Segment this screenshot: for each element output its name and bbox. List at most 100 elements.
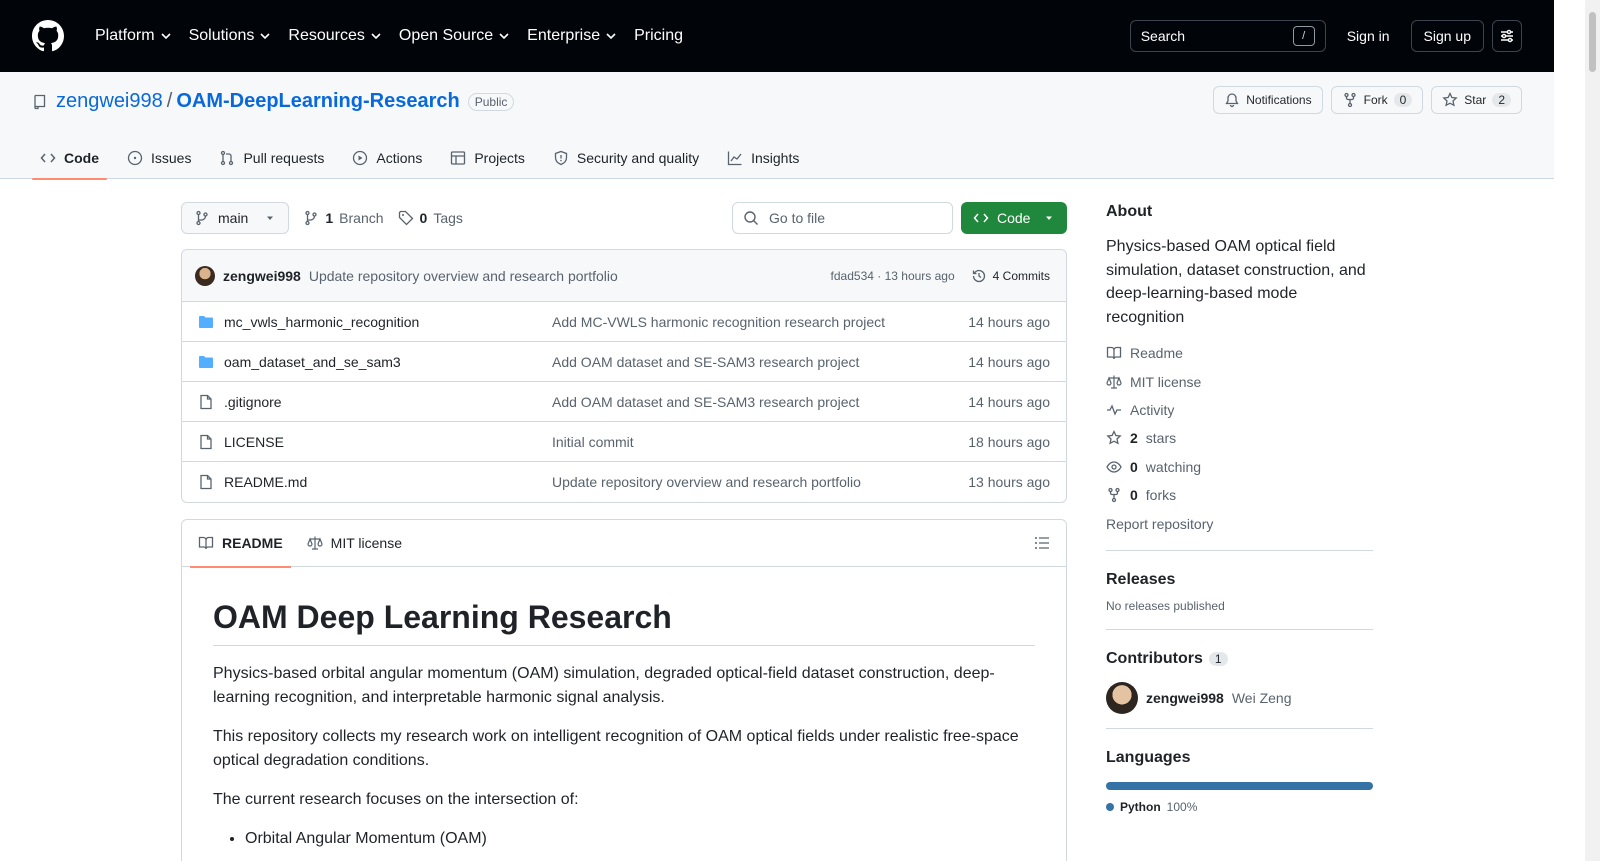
contributors-heading[interactable]: Contributors 1 (1106, 650, 1373, 668)
file-commit-message[interactable]: Initial commit (552, 434, 968, 450)
contributor-name: Wei Zeng (1231, 689, 1292, 706)
forks-link[interactable]: 0 forks (1106, 481, 1373, 509)
languages-heading: Languages (1106, 748, 1191, 766)
divider (1106, 628, 1373, 630)
commit-message-link[interactable]: Update repository overview and research … (309, 268, 618, 284)
github-logo-icon[interactable] (32, 20, 64, 52)
list-item: Orbital Angular Momentum (OAM) (245, 827, 1035, 851)
git-branch-icon (196, 210, 208, 226)
branch-selector[interactable]: main (181, 202, 290, 234)
code-download-button[interactable]: Code (961, 202, 1067, 234)
license-link[interactable]: MIT license (1106, 367, 1373, 395)
readme-tabs: README MIT license (182, 520, 1066, 568)
readme-link[interactable]: Readme (1106, 339, 1373, 367)
scrollbar-thumb[interactable] (1589, 12, 1596, 72)
page-scrollbar[interactable] (1585, 0, 1600, 861)
file-name-link[interactable]: mc_vwls_harmonic_recognition (224, 314, 552, 330)
go-to-file-input[interactable]: Go to file (732, 202, 953, 234)
eye-icon (1106, 461, 1122, 473)
tab-security[interactable]: Security and quality (545, 136, 707, 179)
nav-enterprise[interactable]: Enterprise (518, 20, 625, 52)
triangle-down-icon (1046, 216, 1052, 220)
repo-name-link[interactable]: OAM-DeepLearning-Research (176, 90, 459, 113)
law-icon (307, 536, 323, 550)
file-row[interactable]: .gitignore Add OAM dataset and SE-SAM3 r… (182, 382, 1066, 422)
nav-platform[interactable]: Platform (86, 20, 180, 52)
sign-in-link[interactable]: Sign in (1334, 20, 1403, 52)
watchers-link[interactable]: 0 watching (1106, 453, 1373, 481)
file-commit-message[interactable]: Add MC-VWLS harmonic recognition researc… (552, 314, 968, 330)
contributors-count: 1 (1208, 651, 1228, 666)
tab-actions[interactable]: Actions (344, 136, 430, 179)
readme-paragraph: Physics-based orbital angular momentum (… (213, 665, 995, 706)
file-name-link[interactable]: oam_dataset_and_se_sam3 (224, 354, 552, 370)
releases-heading[interactable]: Releases (1106, 571, 1373, 589)
contributor-item[interactable]: zengwei998 Wei Zeng (1106, 681, 1373, 714)
commit-author-link[interactable]: zengwei998 (223, 268, 301, 284)
nav-open-source[interactable]: Open Source (390, 20, 518, 52)
play-circle-icon (353, 150, 368, 165)
star-icon (1442, 92, 1458, 107)
star-button[interactable]: Star 2 (1431, 86, 1522, 114)
list-unordered-icon[interactable] (1034, 535, 1050, 551)
book-icon (1106, 347, 1122, 360)
fork-icon (1108, 487, 1120, 503)
file-commit-message[interactable]: Add OAM dataset and SE-SAM3 research pro… (552, 354, 968, 370)
law-icon (1106, 375, 1122, 389)
tab-pull-requests[interactable]: Pull requests (211, 136, 332, 179)
issue-opened-icon (127, 150, 143, 165)
star-icon (1106, 430, 1122, 445)
settings-menu-button[interactable] (1492, 20, 1522, 52)
sign-up-button[interactable]: Sign up (1410, 20, 1484, 52)
commit-sha-time[interactable]: fdad534 · 13 hours ago (831, 269, 955, 283)
file-name-link[interactable]: LICENSE (224, 434, 552, 450)
tab-license[interactable]: MIT license (299, 520, 410, 567)
tag-icon (398, 210, 413, 226)
top-nav: Platform Solutions Resources Open Source… (86, 20, 692, 52)
tab-code[interactable]: Code (32, 136, 107, 180)
chevron-down-icon (499, 33, 509, 40)
sliders-icon (1501, 29, 1513, 43)
divider (1106, 549, 1373, 551)
nav-solutions[interactable]: Solutions (180, 20, 280, 52)
notifications-button[interactable]: Notifications (1213, 86, 1323, 114)
file-row[interactable]: LICENSE Initial commit 18 hours ago (182, 422, 1066, 462)
author-avatar[interactable] (195, 265, 215, 286)
git-branch-icon (305, 210, 318, 226)
header-actions: Search / Sign in Sign up (1129, 20, 1522, 52)
readme-panel: README MIT license OAM Deep Learning Res… (181, 519, 1067, 861)
file-name-link[interactable]: README.md (224, 474, 552, 490)
tab-issues[interactable]: Issues (119, 136, 199, 179)
nav-pricing[interactable]: Pricing (625, 20, 692, 52)
contributor-login[interactable]: zengwei998 (1146, 690, 1224, 706)
language-item[interactable]: Python 100% (1106, 800, 1373, 814)
file-icon (200, 434, 212, 449)
tab-projects[interactable]: Projects (442, 136, 533, 179)
tags-link[interactable]: 0 Tags (398, 210, 463, 226)
global-search-button[interactable]: Search / (1129, 20, 1326, 52)
tab-insights[interactable]: Insights (719, 136, 807, 179)
fork-icon (1343, 92, 1356, 108)
stars-link[interactable]: 2 stars (1106, 424, 1373, 452)
branches-link[interactable]: 1 Branch (303, 210, 384, 226)
visibility-badge: Public (467, 92, 515, 111)
nav-resources[interactable]: Resources (279, 20, 389, 52)
file-row[interactable]: oam_dataset_and_se_sam3 Add OAM dataset … (182, 342, 1066, 382)
repo-sidebar: About Physics-based OAM optical field si… (1106, 203, 1373, 814)
chevron-down-icon (161, 33, 171, 40)
activity-link[interactable]: Activity (1106, 396, 1373, 424)
commits-history-link[interactable]: 4 Commits (971, 268, 1050, 284)
repo-header: zengwei998 / OAM-DeepLearning-Research P… (0, 72, 1554, 180)
file-row[interactable]: README.md Update repository overview and… (182, 462, 1066, 502)
file-commit-message[interactable]: Update repository overview and research … (552, 474, 968, 490)
file-commit-message[interactable]: Add OAM dataset and SE-SAM3 research pro… (552, 394, 968, 410)
search-shortcut-key: / (1292, 26, 1315, 46)
fork-count: 0 (1393, 93, 1413, 107)
tab-readme[interactable]: README (190, 520, 291, 568)
file-row[interactable]: mc_vwls_harmonic_recognition Add MC-VWLS… (182, 302, 1066, 342)
repo-owner-link[interactable]: zengwei998 (56, 90, 163, 113)
fork-button[interactable]: Fork 0 (1330, 86, 1424, 114)
contributor-avatar[interactable] (1106, 681, 1138, 714)
file-name-link[interactable]: .gitignore (224, 394, 552, 410)
report-repository-link[interactable]: Report repository (1106, 509, 1373, 537)
